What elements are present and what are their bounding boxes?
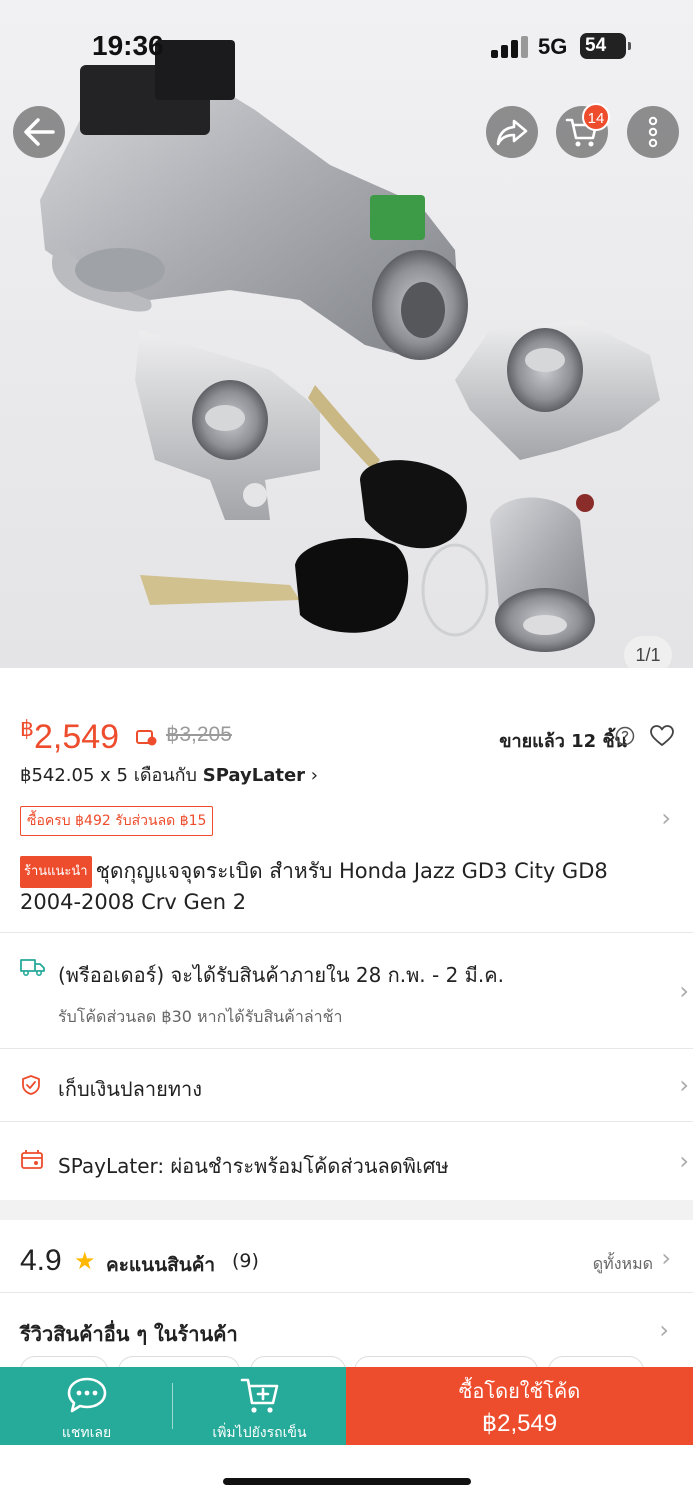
truck-icon xyxy=(20,959,45,977)
price-currency: ฿ xyxy=(20,716,34,741)
bottom-action-bar: แชทเลย เพิ่มไปยังรถเข็น ซื้อโดยใช้โค้ด ฿… xyxy=(0,1367,693,1445)
star-icon: ★ xyxy=(74,1247,96,1275)
buy-label: ซื้อโดยใช้โค้ด xyxy=(458,1379,581,1403)
rating-score: 4.9 xyxy=(20,1244,62,1277)
help-circle-icon[interactable] xyxy=(615,726,635,746)
more-vertical-icon xyxy=(648,116,658,148)
signal-icon xyxy=(491,36,528,58)
product-page: 19:36 5G 54 14 1/1 ฿2,549 ฿3,205 ขายแล้ว… xyxy=(0,0,693,1500)
cod-row[interactable]: เก็บเงินปลายทาง › xyxy=(0,1049,693,1121)
chat-button[interactable]: แชทเลย xyxy=(0,1367,173,1445)
buy-with-voucher-button[interactable]: ซื้อโดยใช้โค้ด ฿2,549 xyxy=(346,1367,693,1445)
voucher-row[interactable]: ซื้อครบ ฿492 รับส่วนลด ฿15 › xyxy=(20,804,675,836)
status-bar: 19:36 5G 54 xyxy=(0,0,693,80)
sold-count: ขายแล้ว 12 ชิ้น xyxy=(499,731,627,752)
late-delivery-voucher: รับโค้ดส่วนลด ฿30 หากได้รับสินค้าล่าช้า xyxy=(58,1007,343,1026)
chevron-right-icon: › xyxy=(679,1147,689,1175)
add-to-cart-button[interactable]: เพิ่มไปยังรถเข็น xyxy=(173,1367,346,1445)
chat-bubble-icon xyxy=(67,1377,106,1413)
shield-check-icon xyxy=(22,1075,40,1095)
chevron-right-icon: › xyxy=(310,765,318,786)
product-title-text: ชุดกุญแจจุดระเบิด สำหรับ Honda Jazz GD3 … xyxy=(20,859,608,914)
spaylater-row[interactable]: SPayLater: ผ่อนชำระพร้อมโค้ดส่วนลดพิเศษ … xyxy=(0,1122,693,1200)
chevron-right-icon[interactable]: › xyxy=(659,1316,669,1344)
shipping-estimate: (พรีออเดอร์) จะได้รับสินค้าภายใน 28 ก.พ.… xyxy=(58,963,504,987)
share-button[interactable] xyxy=(486,106,538,158)
chevron-right-icon: › xyxy=(679,1071,689,1099)
network-type: 5G xyxy=(538,34,568,59)
cart-plus-icon xyxy=(240,1378,278,1413)
price-row: ฿2,549 ฿3,205 ขายแล้ว 12 ชิ้น xyxy=(20,716,675,756)
installment-text: ฿542.05 x 5 เดือนกับ xyxy=(20,765,197,786)
installment-info[interactable]: ฿542.05 x 5 เดือนกับ SPayLater › xyxy=(20,760,318,789)
chevron-right-icon: › xyxy=(661,804,671,832)
current-price: ฿2,549 xyxy=(20,716,119,757)
original-price: ฿3,205 xyxy=(166,723,232,746)
product-title: ร้านแนะนำ ชุดกุญแจจุดระเบิด สำหรับ Honda … xyxy=(20,856,660,916)
cod-label: เก็บเงินปลายทาง xyxy=(58,1077,202,1101)
cart-count-badge: 14 xyxy=(582,103,610,131)
share-icon xyxy=(496,119,528,146)
battery-icon: 54 xyxy=(580,33,631,59)
installment-brand: SPayLater xyxy=(202,765,306,786)
rating-label: คะแนนสินค้า xyxy=(106,1254,216,1276)
product-rating-row[interactable]: 4.9 ★ คะแนนสินค้า (9) ดูทั้งหมด › xyxy=(20,1244,675,1284)
spaylater-label: SPayLater: ผ่อนชำระพร้อมโค้ดส่วนลดพิเศษ xyxy=(58,1154,449,1178)
shipping-row[interactable]: (พรีออเดอร์) จะได้รับสินค้าภายใน 28 ก.พ.… xyxy=(0,933,693,1048)
arrow-left-icon xyxy=(24,118,55,146)
status-time: 19:36 xyxy=(92,30,164,61)
chevron-right-icon: › xyxy=(679,976,689,1005)
product-photo xyxy=(40,40,660,652)
chevron-right-icon: › xyxy=(661,1244,671,1272)
see-all-link[interactable]: ดูทั้งหมด xyxy=(593,1252,653,1277)
heart-icon[interactable] xyxy=(649,724,675,748)
section-gap xyxy=(0,1200,693,1220)
coin-discount-icon xyxy=(136,730,157,746)
add-to-cart-label: เพิ่มไปยังรถเข็น xyxy=(212,1425,307,1441)
rating-count: (9) xyxy=(232,1250,259,1272)
price-amount: 2,549 xyxy=(34,718,120,756)
voucher-tag: ซื้อครบ ฿492 รับส่วนลด ฿15 xyxy=(20,806,214,836)
recommended-badge: ร้านแนะนำ xyxy=(20,856,92,888)
image-counter: 1/1 xyxy=(624,636,672,668)
chat-label: แชทเลย xyxy=(61,1425,112,1441)
spaylater-icon xyxy=(21,1150,43,1169)
divider xyxy=(0,1292,693,1293)
home-indicator[interactable] xyxy=(223,1478,471,1485)
buy-price: ฿2,549 xyxy=(481,1410,558,1437)
more-button[interactable] xyxy=(627,106,679,158)
back-button[interactable] xyxy=(13,106,65,158)
product-image-gallery[interactable]: 19:36 5G 54 14 1/1 xyxy=(0,0,693,668)
shop-reviews-title: รีวิวสินค้าอื่น ๆ ในร้านค้า xyxy=(20,1322,238,1346)
